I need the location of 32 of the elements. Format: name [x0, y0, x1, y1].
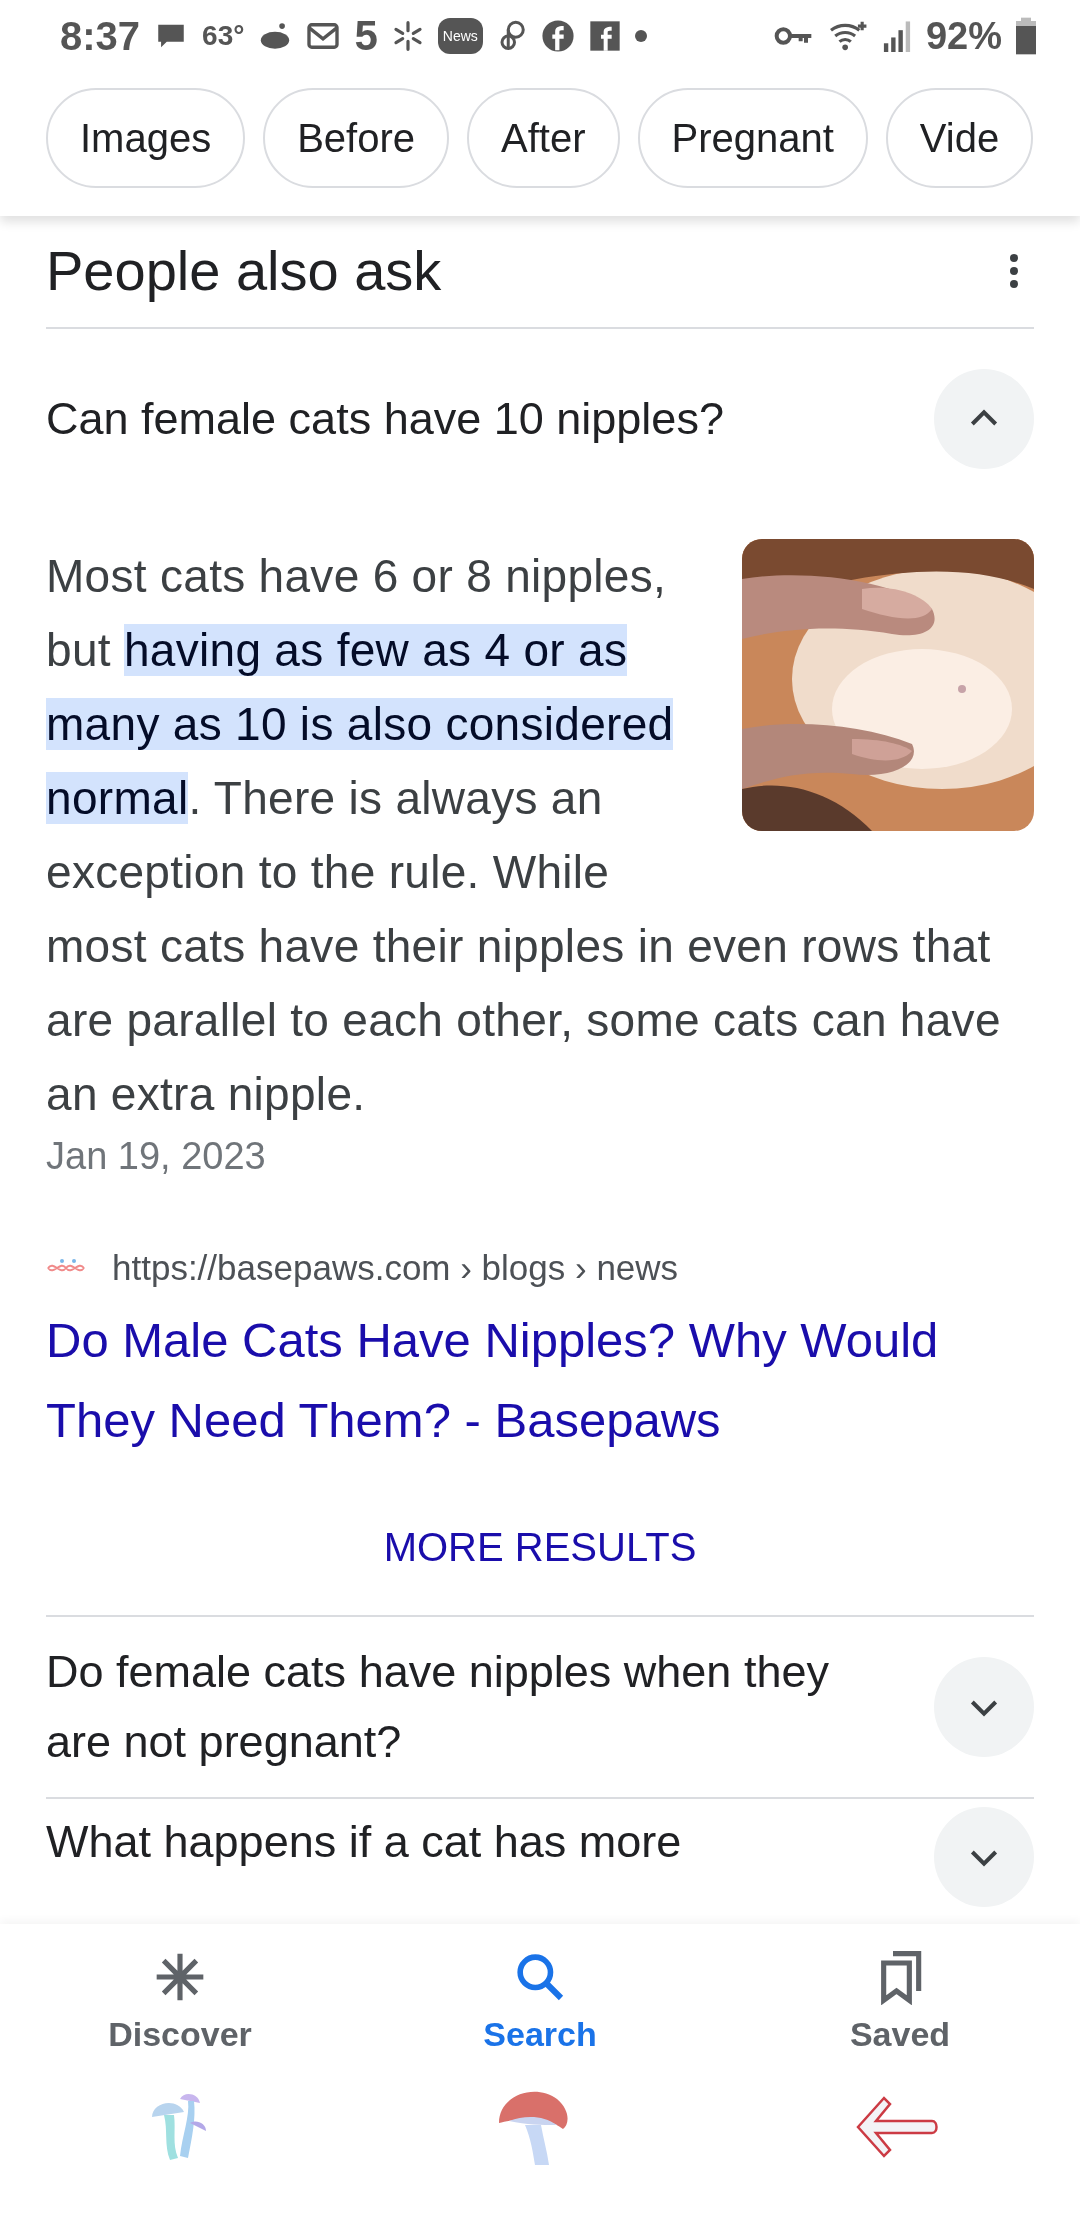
- question-text[interactable]: What happens if a cat has more: [46, 1807, 914, 1877]
- filter-chip[interactable]: After: [467, 88, 620, 188]
- signal-icon: [881, 20, 912, 52]
- question-text[interactable]: Can female cats have 10 nipples?: [46, 384, 914, 454]
- app-number: 5: [354, 12, 378, 60]
- answer-date: Jan 19, 2023: [46, 1135, 267, 1178]
- section-title: People also ask: [46, 238, 442, 303]
- filter-chip[interactable]: Images: [46, 88, 246, 188]
- mail-icon: [306, 22, 341, 50]
- filter-chip[interactable]: Pregnant: [637, 88, 868, 188]
- key-icon: [773, 25, 814, 47]
- filter-chip[interactable]: Vide: [885, 88, 1034, 188]
- question-text[interactable]: Do female cats have nipples when they are not pregnant?: [46, 1637, 914, 1777]
- source-url: https://basepaws.com › blogs › news: [112, 1248, 679, 1288]
- temperature: 63°: [202, 20, 245, 52]
- square-app-icon: [588, 20, 621, 52]
- clock-time: 8:37: [60, 13, 141, 59]
- answer-paragraph: Most cats have 6 or 8 nipples, but having as few as 4 or as many as 10 is also considered normal. There is always an exception to the rule. While most cats have their nipples in even rows that are parallel to each other, some cats can have an extra nipple.: [46, 549, 1002, 1122]
- news-badge: News: [437, 18, 483, 54]
- wifi-icon: [827, 19, 868, 53]
- more-options-icon[interactable]: [1008, 252, 1020, 289]
- nav-tab[interactable]: Discover: [60, 1948, 300, 2055]
- filter-chip[interactable]: Before: [263, 88, 450, 188]
- nav-tab[interactable]: Search: [420, 1948, 660, 2055]
- circle-app-icon: [540, 19, 575, 53]
- battery-icon: [1016, 17, 1036, 55]
- battery-percent: 92%: [925, 14, 1002, 58]
- dot-icon: [634, 30, 647, 42]
- nav-tab[interactable]: Saved: [780, 1948, 1020, 2055]
- result-link[interactable]: Do Male Cats Have Nipples? Why Would They Need Them? - Basepaws: [46, 1300, 1034, 1460]
- sparkle-icon: [391, 20, 424, 52]
- more-results-button[interactable]: MORE RESULTS: [377, 1524, 703, 1571]
